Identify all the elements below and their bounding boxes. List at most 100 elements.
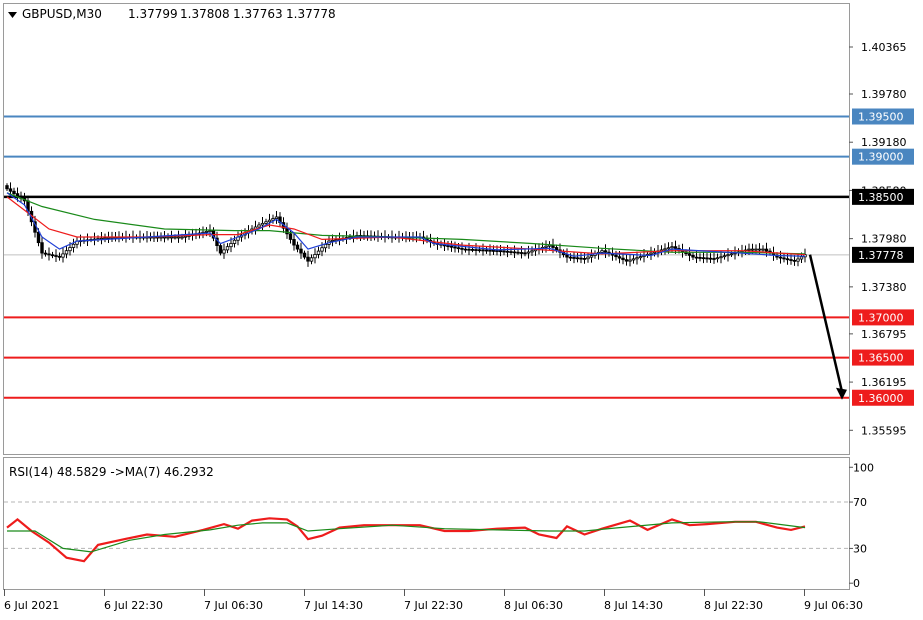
rsi-axis-label: 70 (853, 496, 867, 509)
candle-body (40, 242, 44, 254)
candle-body (64, 250, 69, 255)
candle-body (785, 258, 790, 261)
price-axis-label: 1.37380 (861, 281, 907, 294)
candle-body (229, 243, 233, 248)
candle-body (799, 256, 804, 260)
candle-body (631, 258, 636, 261)
candle-body (222, 249, 226, 254)
candle-body (519, 252, 524, 254)
candle-body (295, 244, 300, 250)
rsi-axis-label: 0 (853, 577, 860, 590)
chart-window[interactable]: 1.403651.397801.391801.385801.379801.373… (0, 0, 923, 616)
candle-body (166, 236, 170, 239)
current-price-label: 1.37778 (858, 249, 904, 262)
candle-body (666, 247, 671, 250)
candle-body (267, 219, 272, 223)
candle-body (57, 255, 62, 258)
candle-body (495, 250, 499, 252)
time-axis-label: 7 Jul 06:30 (204, 599, 263, 612)
candle-body (754, 248, 758, 251)
candle-body (5, 185, 9, 190)
price-panel-frame (3, 3, 850, 455)
candle-body (792, 259, 797, 262)
candle-body (701, 257, 706, 260)
candle-body (43, 252, 48, 255)
level-price-label: 1.36500 (858, 352, 904, 365)
candle-body (747, 248, 751, 251)
rsi-axis-label: 100 (853, 461, 874, 474)
candle-body (449, 245, 454, 248)
candle-body (572, 257, 576, 259)
level-price-label: 1.37000 (858, 311, 904, 324)
candle-body (530, 250, 534, 253)
candle-body (204, 231, 209, 233)
candle-body (708, 257, 713, 260)
candle-body (218, 245, 223, 254)
candle-body (750, 248, 755, 251)
candle-body (628, 259, 632, 262)
candle-body (61, 253, 65, 258)
price-axis-label: 1.40365 (861, 41, 907, 54)
candle-body (670, 246, 674, 249)
candle-body (103, 237, 107, 240)
candle-body (715, 257, 720, 260)
candle-body (68, 247, 72, 252)
candle-body (481, 249, 485, 252)
candle-body (271, 218, 275, 221)
candle-body (719, 256, 723, 259)
time-axis-label: 7 Jul 14:30 (304, 599, 363, 612)
symbol-label: GBPUSD,M30 (22, 7, 102, 21)
level-price-label: 1.39500 (858, 111, 904, 124)
candle-body (512, 251, 517, 254)
price-axis-label: 1.37980 (861, 233, 907, 246)
candle-body (778, 256, 783, 259)
candle-body (159, 236, 163, 239)
candle-body (54, 255, 58, 257)
candle-body (789, 259, 793, 261)
rsi-axis-label: 30 (853, 542, 867, 555)
candle-body (729, 253, 734, 256)
candle-body (264, 221, 268, 224)
candle-body (635, 257, 639, 260)
price-axis-label: 1.39780 (861, 88, 907, 101)
time-axis-label: 8 Jul 22:30 (704, 599, 763, 612)
candle-body (183, 235, 188, 238)
candle-body (288, 233, 293, 240)
candle-body (460, 247, 464, 250)
candle-body (523, 252, 527, 255)
time-axis-label: 6 Jul 2021 (4, 599, 59, 612)
candle-body (306, 256, 310, 262)
candle-body (225, 246, 230, 251)
candle-body (673, 246, 678, 249)
chart-canvas[interactable]: 1.403651.397801.391801.385801.379801.373… (0, 0, 923, 616)
candle-body (614, 254, 618, 258)
candle-body (309, 257, 314, 262)
candle-body (649, 252, 653, 255)
candle-body (705, 257, 709, 260)
candle-body (694, 256, 699, 259)
candle-body (565, 254, 569, 258)
candle-body (600, 250, 604, 253)
candle-body (474, 249, 478, 251)
candle-body (453, 246, 457, 249)
candle-body (162, 236, 167, 239)
candle-body (313, 254, 317, 259)
candle-body (575, 257, 580, 260)
candle-body (589, 255, 594, 258)
candle-body (470, 249, 475, 251)
candle-body (260, 222, 265, 226)
price-axis-label: 1.36795 (861, 328, 907, 341)
candle-body (323, 244, 328, 249)
time-axis-label: 8 Jul 06:30 (504, 599, 563, 612)
candle-body (603, 250, 608, 253)
candle-body (621, 257, 625, 261)
candle-body (47, 253, 51, 256)
candle-body (285, 227, 289, 235)
candle-body (638, 256, 643, 259)
candle-body (8, 188, 13, 192)
candle-body (687, 253, 692, 256)
candle-body (761, 248, 765, 251)
candle-body (12, 190, 16, 195)
candle-body (509, 251, 513, 254)
candle-body (516, 251, 520, 254)
